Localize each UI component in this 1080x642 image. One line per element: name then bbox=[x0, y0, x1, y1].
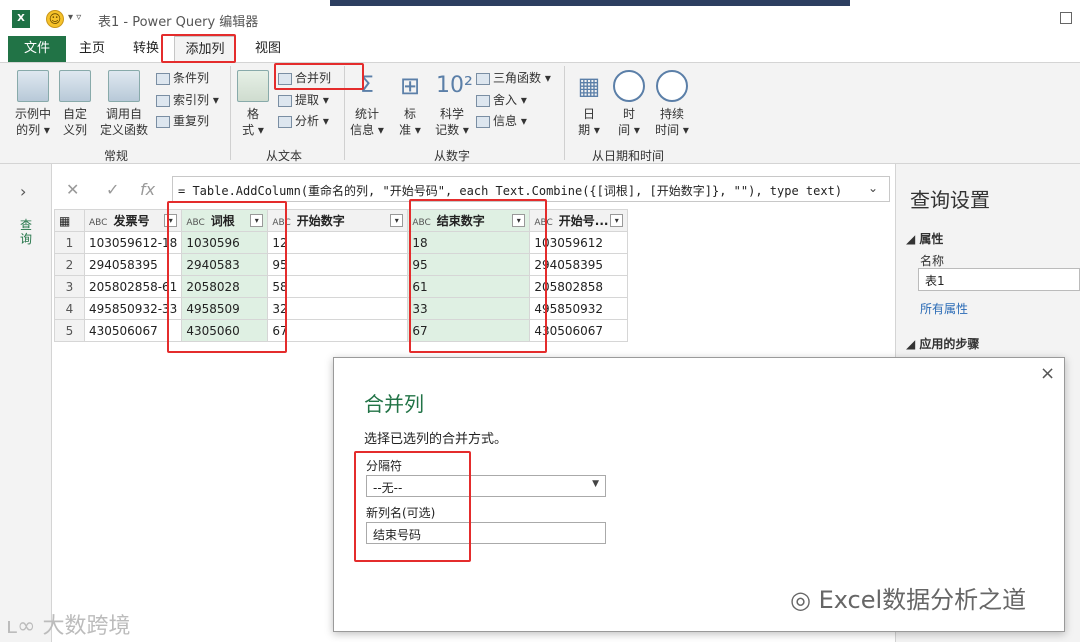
table-menu-icon[interactable]: ▦ bbox=[54, 209, 85, 232]
standard-button[interactable]: ⊞ 标 准 ▾ bbox=[392, 70, 428, 138]
time-button[interactable]: 时 间 ▾ bbox=[612, 70, 646, 138]
column-from-examples-icon bbox=[17, 70, 49, 102]
query-name-input[interactable]: 表1 bbox=[918, 268, 1080, 291]
name-label: 名称 bbox=[920, 254, 945, 268]
index-column-button[interactable]: 索引列 ▾ bbox=[156, 90, 219, 110]
group-separator bbox=[564, 66, 565, 160]
parse-button[interactable]: 分析 ▾ bbox=[278, 111, 329, 131]
formula-text: = Table.AddColumn(重命名的列, "开始号码", each Te… bbox=[178, 184, 843, 198]
query-settings-title: 查询设置 bbox=[910, 188, 990, 212]
group-label-from-text: 从文本 bbox=[266, 149, 303, 163]
tab-view[interactable]: 视图 bbox=[248, 36, 288, 62]
format-button[interactable]: 格 式 ▾ bbox=[236, 70, 270, 138]
group-separator bbox=[230, 66, 231, 160]
brand-logo-icon: ʟ∞ bbox=[6, 614, 43, 639]
expand-formula-icon[interactable]: ⌄ bbox=[868, 181, 878, 195]
operators-icon: ⊞ bbox=[399, 72, 421, 100]
queries-pane-label[interactable]: 查询 bbox=[20, 218, 34, 246]
table-cell[interactable]: 58 bbox=[267, 275, 409, 298]
conditional-column-button[interactable]: 条件列 bbox=[156, 68, 209, 88]
information-icon bbox=[476, 115, 490, 128]
applied-steps-header[interactable]: ◢ 应用的步骤 bbox=[906, 335, 979, 352]
extract-button[interactable]: 提取 ▾ bbox=[278, 90, 329, 110]
collapse-triangle-icon: ◢ bbox=[906, 232, 920, 246]
collapse-triangle-icon: ◢ bbox=[906, 337, 920, 351]
cancel-formula-icon[interactable]: ✕ bbox=[66, 180, 79, 199]
scientific-button[interactable]: 10² 科学 记数 ▾ bbox=[432, 70, 473, 138]
close-icon[interactable]: × bbox=[1040, 363, 1055, 384]
table-cell[interactable]: 12 bbox=[267, 231, 409, 254]
all-properties-link[interactable]: 所有属性 bbox=[920, 300, 968, 317]
expand-queries-icon[interactable]: › bbox=[20, 182, 26, 201]
highlight-end-number-column bbox=[409, 199, 547, 353]
invoke-function-icon bbox=[108, 70, 140, 102]
extract-icon bbox=[278, 94, 292, 107]
watermark-left: ʟ∞ 大数跨境 bbox=[6, 614, 131, 639]
column-header[interactable]: ABC 开始数字 ▾ bbox=[267, 209, 409, 232]
trigonometry-icon bbox=[476, 72, 490, 85]
commit-formula-icon[interactable]: ✓ bbox=[106, 180, 119, 199]
parse-icon bbox=[278, 115, 292, 128]
filter-dropdown-icon[interactable]: ▾ bbox=[390, 214, 404, 227]
background-window-strip bbox=[330, 0, 850, 6]
scientific-icon: 10² bbox=[436, 73, 473, 98]
duplicate-column-icon bbox=[156, 115, 170, 128]
duration-button[interactable]: 持续 时间 ▾ bbox=[652, 70, 692, 138]
highlight-dialog-fields bbox=[354, 451, 471, 562]
custom-column-button[interactable]: 自定 义列 bbox=[58, 70, 92, 138]
calendar-icon: ▦ bbox=[577, 72, 601, 100]
highlight-root-column bbox=[167, 201, 287, 353]
highlight-add-column-tab bbox=[161, 34, 236, 63]
highlight-merge-columns bbox=[274, 63, 364, 90]
row-number[interactable]: 5 bbox=[54, 319, 85, 342]
maximize-icon[interactable] bbox=[1060, 12, 1072, 24]
column-from-examples-button[interactable]: 示例中 的列 ▾ bbox=[12, 70, 54, 138]
tab-home[interactable]: 主页 bbox=[72, 36, 112, 62]
chevron-down-icon: ▼ bbox=[592, 479, 599, 489]
rounding-icon bbox=[476, 94, 490, 107]
tab-transform[interactable]: 转换 bbox=[126, 36, 166, 62]
row-number[interactable]: 4 bbox=[54, 297, 85, 320]
fx-icon[interactable]: fx bbox=[140, 180, 155, 199]
smiley-icon[interactable]: ☺ bbox=[46, 10, 64, 28]
stopwatch-icon bbox=[656, 70, 688, 102]
clock-icon bbox=[613, 70, 645, 102]
date-button[interactable]: ▦ 日 期 ▾ bbox=[572, 70, 606, 138]
properties-header[interactable]: ◢ 属性 bbox=[906, 230, 943, 247]
duplicate-column-button[interactable]: 重复列 bbox=[156, 111, 209, 131]
trigonometry-button[interactable]: 三角函数 ▾ bbox=[476, 68, 551, 88]
window-title: 表1 - Power Query 编辑器 bbox=[98, 15, 259, 30]
row-number[interactable]: 1 bbox=[54, 231, 85, 254]
information-button[interactable]: 信息 ▾ bbox=[476, 111, 527, 131]
table-cell[interactable]: 32 bbox=[267, 297, 409, 320]
custom-column-icon bbox=[59, 70, 91, 102]
group-label-from-number: 从数字 bbox=[434, 149, 471, 163]
group-label-general: 常规 bbox=[104, 149, 129, 163]
filter-dropdown-icon[interactable]: ▾ bbox=[610, 214, 624, 227]
wechat-icon: ◎ bbox=[790, 586, 819, 614]
row-number[interactable]: 3 bbox=[54, 275, 85, 298]
excel-icon: X bbox=[12, 10, 30, 28]
conditional-column-icon bbox=[156, 72, 170, 85]
index-column-icon bbox=[156, 94, 170, 107]
table-cell[interactable]: 95 bbox=[267, 253, 409, 276]
dialog-description: 选择已选列的合并方式。 bbox=[364, 432, 508, 447]
tab-file[interactable]: 文件 bbox=[8, 36, 66, 62]
table-cell[interactable]: 67 bbox=[267, 319, 409, 342]
row-number[interactable]: 2 bbox=[54, 253, 85, 276]
quick-access-dropdown-icon[interactable]: ▾ ▿ bbox=[68, 12, 81, 23]
dialog-title: 合并列 bbox=[364, 392, 424, 416]
format-abc-icon bbox=[237, 70, 269, 102]
invoke-custom-function-button[interactable]: 调用自 定义函数 bbox=[96, 70, 152, 138]
watermark-right: ◎ Excel数据分析之道 bbox=[790, 586, 1027, 614]
type-abc-icon[interactable]: ABC bbox=[89, 218, 107, 228]
rounding-button[interactable]: 舍入 ▾ bbox=[476, 90, 527, 110]
group-label-from-datetime: 从日期和时间 bbox=[592, 149, 665, 163]
